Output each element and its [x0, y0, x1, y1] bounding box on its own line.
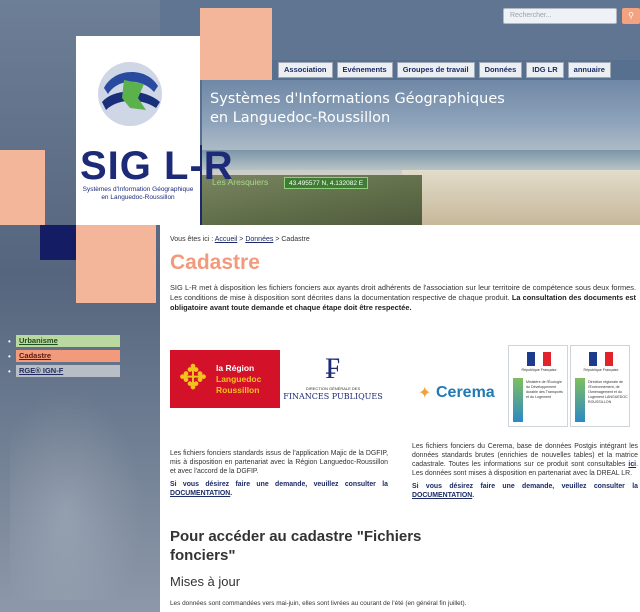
decor-block: [200, 8, 272, 80]
nav-association[interactable]: Association: [278, 62, 333, 78]
breadcrumb-separator: >: [275, 236, 280, 243]
subsection-title: Mises à jour: [170, 574, 241, 589]
region-line-1: la Région: [216, 363, 255, 373]
breadcrumb-home[interactable]: Accueil: [215, 236, 238, 243]
dgfip-small-text: DIRECTION GÉNÉRALE DES: [305, 386, 361, 391]
main-content: Vous êtes ici : Accueil > Données > Cada…: [170, 236, 636, 313]
region-logo: ✥ la Région Languedoc Roussillon: [170, 350, 280, 408]
search-input[interactable]: Rechercher...: [503, 8, 617, 24]
sidebar-texture: [10, 380, 150, 600]
ministry-logo: République Française Ministère de l'Écol…: [508, 345, 568, 427]
ministry-color-bar: [513, 378, 523, 422]
decor-block: [0, 150, 45, 225]
update-text: Les données sont commandées vers mai-jui…: [170, 600, 467, 607]
breadcrumb-current: Cadastre: [281, 236, 310, 243]
side-item-label[interactable]: Urbanisme: [16, 335, 120, 347]
nav-evenements[interactable]: Evénements: [336, 62, 393, 78]
breadcrumb-separator: >: [239, 236, 244, 243]
region-line-3: Roussillon: [216, 385, 260, 395]
cerema-logo: ✦ Cerema: [418, 383, 508, 405]
republique-label: République Française: [583, 368, 619, 372]
standard-files-text: Les fichiers fonciers standards issus de…: [170, 450, 388, 475]
dreal-color-bar: [575, 378, 585, 422]
nav-annuaire[interactable]: annuaire: [567, 62, 611, 78]
side-item-cadastre[interactable]: • Cadastre: [8, 350, 120, 362]
republique-label: République Française: [521, 368, 557, 372]
breadcrumb-prefix: Vous êtes ici :: [170, 236, 214, 243]
search-button[interactable]: ⚲: [622, 8, 640, 24]
dreal-description: Direction régionale de l'Environnement, …: [588, 380, 628, 404]
standard-files-column: Les fichiers fonciers standards issus de…: [170, 449, 388, 498]
request-note-text: Si vous désirez faire une demande, veuil…: [170, 481, 388, 488]
ministry-description: Ministère de l'Écologie du Développement…: [526, 380, 563, 399]
cerema-files-column: Les fichiers fonciers du Cerema, base de…: [412, 442, 638, 500]
bullet-icon: •: [8, 366, 11, 376]
breadcrumb: Vous êtes ici : Accueil > Données > Cada…: [170, 236, 636, 243]
region-logo-text: la Région Languedoc Roussillon: [216, 363, 261, 396]
bullet-icon: •: [8, 351, 11, 361]
breadcrumb-donnees[interactable]: Données: [245, 236, 273, 243]
nav-idg-lr[interactable]: IDG LR: [526, 62, 564, 78]
french-flag-icon: [527, 352, 551, 366]
photo-sea: [202, 150, 640, 170]
side-item-label[interactable]: RGE® IGN-F: [16, 365, 120, 377]
photo-place-name: Les Aresquiers: [212, 177, 269, 187]
page-title: Cadastre: [170, 251, 260, 274]
region-line-2: Languedoc: [216, 374, 262, 384]
occitan-cross-icon: ✥: [178, 359, 208, 397]
request-note: Si vous désirez faire une demande, veuil…: [170, 481, 388, 497]
request-note-text: Si vous désirez faire une demande, veuil…: [412, 483, 638, 490]
photo-beach: [402, 170, 640, 225]
photo-coordinates: 43.495577 N, 4.132082 E: [284, 177, 369, 189]
cerema-text-a: Les fichiers fonciers du Cerema, base de…: [412, 443, 638, 468]
site-logo[interactable]: SIG L-R Systèmes d'Information Géographi…: [76, 36, 233, 225]
ici-link[interactable]: ici: [628, 461, 636, 468]
decor-block: [40, 225, 76, 260]
search-icon: ⚲: [628, 11, 634, 20]
side-menu: • Urbanisme • Cadastre • RGE® IGN-F: [8, 335, 120, 380]
nav-donnees[interactable]: Données: [478, 62, 523, 78]
globe-icon: [98, 62, 162, 126]
decor-block: [76, 225, 156, 303]
dgfip-emblem-icon: ₣: [325, 351, 341, 386]
documentation-link[interactable]: DOCUMENTATION: [170, 490, 230, 497]
dreal-logo: République Française Direction régionale…: [570, 345, 630, 427]
cerema-files-text: Les fichiers fonciers du Cerema, base de…: [412, 442, 638, 478]
nav-groupes-de-travail[interactable]: Groupes de travail: [396, 62, 475, 78]
bullet-icon: •: [8, 336, 11, 346]
site-title: Systèmes d'Informations Géographiques en…: [210, 91, 505, 126]
side-item-rge-ign[interactable]: • RGE® IGN-F: [8, 365, 120, 377]
side-item-urbanisme[interactable]: • Urbanisme: [8, 335, 120, 347]
cerema-diamond-icon: ✦: [418, 385, 432, 402]
request-note: Si vous désirez faire une demande, veuil…: [412, 483, 638, 499]
logo-text: SIG L-R: [80, 144, 234, 188]
cerema-name: Cerema: [436, 384, 495, 401]
documentation-link[interactable]: DOCUMENTATION: [412, 492, 472, 499]
main-nav: Association Evénements Groupes de travai…: [278, 62, 611, 78]
intro-paragraph: SIG L-R met à disposition les fichiers f…: [170, 283, 636, 313]
section-title: Pour accéder au cadastre "Fichiers fonci…: [170, 528, 422, 564]
dgfip-logo: ₣ DIRECTION GÉNÉRALE DES FINANCES PUBLIQ…: [283, 352, 383, 410]
logo-subtitle: Systèmes d'Information Géographique en L…: [82, 186, 194, 201]
french-flag-icon: [589, 352, 613, 366]
side-item-label[interactable]: Cadastre: [16, 350, 120, 362]
dgfip-main-text: FINANCES PUBLIQUES: [283, 392, 383, 401]
